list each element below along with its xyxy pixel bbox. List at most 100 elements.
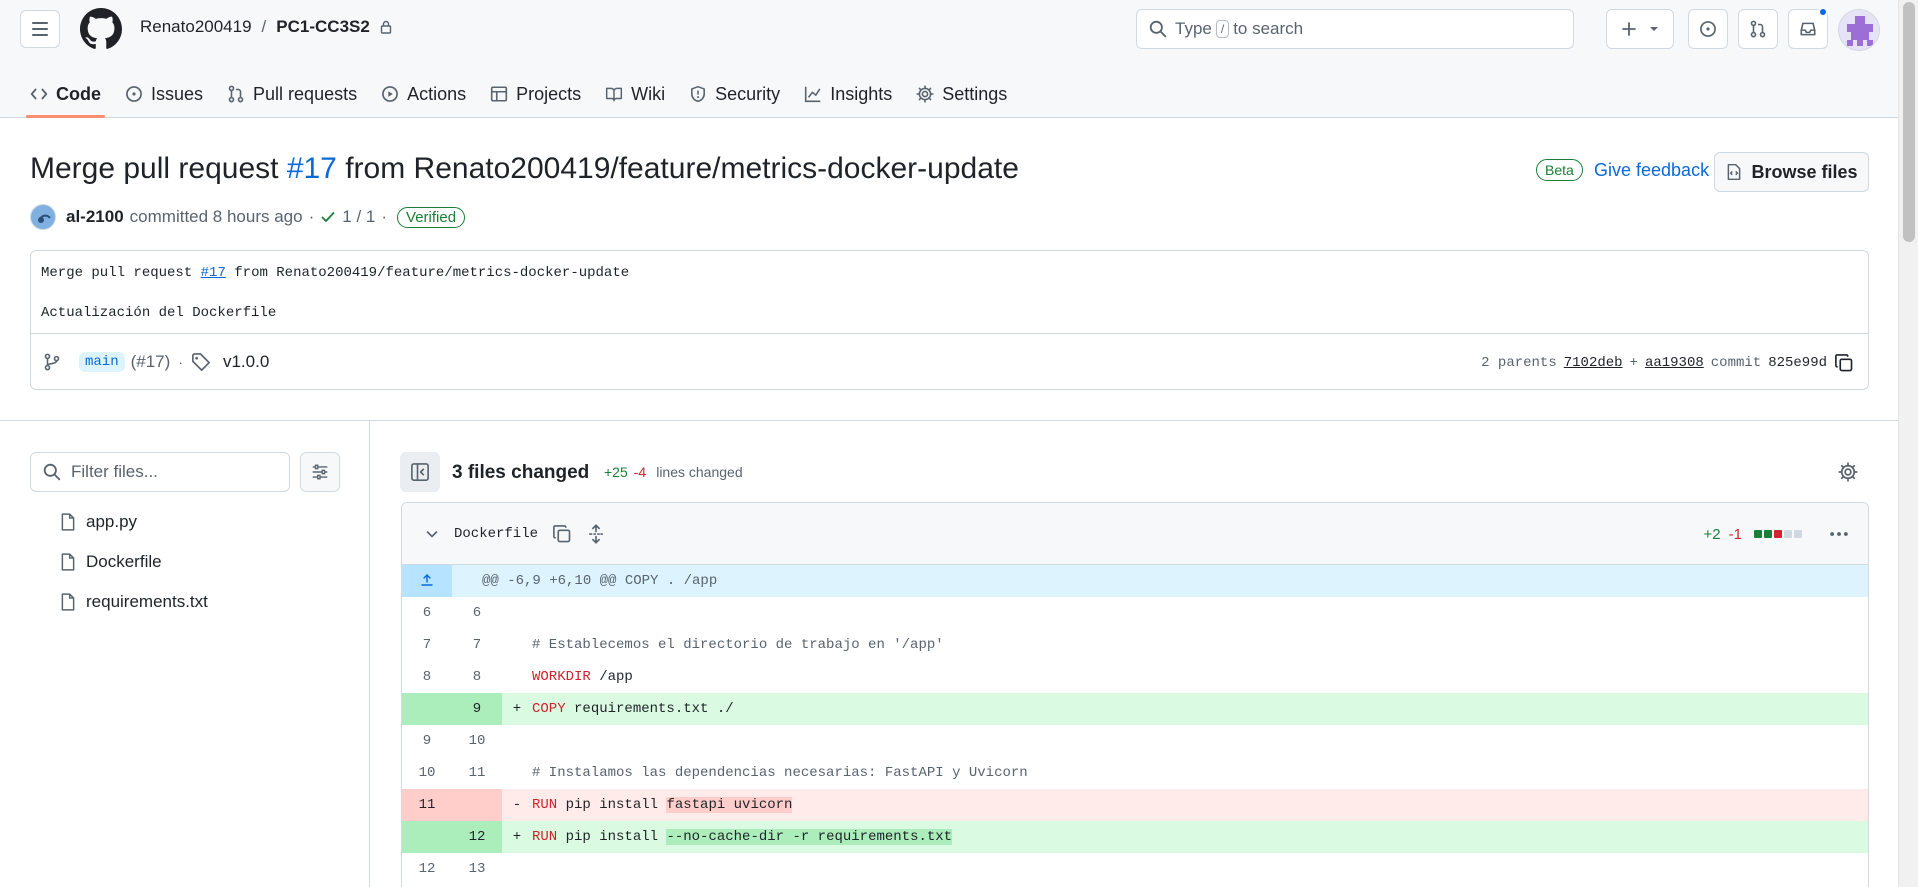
commit-message: Merge pull request #17 from Renato200419… — [41, 263, 629, 323]
toggle-file-tree-button[interactable] — [400, 452, 440, 492]
line-number-new[interactable]: 12 — [452, 821, 502, 853]
file-tree: app.py Dockerfile requirements.txt — [60, 502, 208, 622]
parent-sha-1[interactable]: 7102deb — [1564, 355, 1623, 371]
line-number-old[interactable]: 11 — [402, 789, 452, 821]
user-avatar[interactable] — [1838, 9, 1880, 51]
tab-label: Insights — [830, 83, 893, 104]
message-text: from Renato200419/feature/metrics-docker… — [225, 265, 630, 281]
browse-files-button[interactable]: Browse files — [1714, 152, 1869, 192]
message-pr-link[interactable]: #17 — [201, 265, 226, 281]
copy-path-icon[interactable] — [552, 524, 572, 544]
tab-security[interactable]: Security — [677, 72, 792, 116]
chevron-down-icon[interactable] — [424, 526, 440, 542]
parent-sha-2[interactable]: aa19308 — [1645, 355, 1704, 371]
expand-all-icon[interactable] — [586, 523, 606, 544]
copy-icon[interactable] — [1834, 353, 1854, 373]
lock-icon — [380, 20, 392, 34]
code-token: pip install — [557, 829, 667, 845]
verified-badge[interactable]: Verified — [397, 206, 466, 228]
commit-title: Merge pull request #17 from Renato200419… — [30, 152, 1019, 186]
line-number-new[interactable]: 13 — [452, 853, 502, 885]
tab-label: Actions — [407, 83, 467, 104]
tag-link[interactable]: v1.0.0 — [223, 352, 269, 372]
line-number-new[interactable]: 9 — [452, 693, 502, 725]
line-number-old[interactable]: 7 — [402, 629, 452, 661]
file-diff-stats: +2 -1 — [1704, 503, 1850, 565]
tab-code[interactable]: Code — [18, 72, 113, 118]
file-code-icon — [1728, 163, 1741, 181]
line-number-old[interactable]: 8 — [402, 661, 452, 693]
search-shortcut-key: / — [1215, 20, 1230, 38]
code-highlight: fastapi uvicorn — [666, 797, 793, 813]
owner-link[interactable]: Renato200419 — [140, 17, 252, 37]
file-tree-label: requirements.txt — [86, 592, 208, 611]
checks-status[interactable]: 1 / 1 — [320, 207, 375, 227]
issues-button[interactable] — [1688, 9, 1728, 49]
tab-insights[interactable]: Insights — [792, 72, 904, 116]
pull-requests-button[interactable] — [1738, 9, 1778, 49]
tab-settings[interactable]: Settings — [904, 72, 1019, 116]
play-icon — [381, 85, 399, 103]
breadcrumb-separator: / — [261, 17, 267, 36]
search-input[interactable]: Type / to search — [1136, 9, 1574, 49]
file-tree-item[interactable]: requirements.txt — [60, 582, 208, 622]
footer-dot: · — [178, 354, 183, 370]
commit-footer: main (#17) · v1.0.0 2 parents 7102deb + … — [31, 333, 1868, 390]
code-keyword: COPY — [532, 701, 566, 717]
file-diff: Dockerfile +2 -1 @@ -6,9 +6,10 @@ COPY .… — [401, 502, 1869, 887]
file-tree-item[interactable]: app.py — [60, 502, 208, 542]
tab-pull-requests[interactable]: Pull requests — [215, 72, 369, 116]
diff-settings-button[interactable] — [1838, 462, 1858, 482]
line-number-new[interactable] — [452, 789, 502, 821]
code-text: # Instalamos las dependencias necesarias… — [532, 765, 1028, 781]
diff-sign: - — [512, 797, 522, 813]
file-tree-label: Dockerfile — [86, 552, 162, 571]
menu-button[interactable] — [20, 10, 60, 48]
line-number-old[interactable]: 6 — [402, 597, 452, 629]
tab-projects[interactable]: Projects — [478, 72, 593, 116]
global-header: Renato200419 / PC1-CC3S2 Type / to searc… — [0, 0, 1898, 118]
line-number-old[interactable]: 10 — [402, 757, 452, 789]
line-number-old[interactable]: 12 — [402, 853, 452, 885]
kebab-horizontal-icon[interactable] — [1828, 523, 1850, 545]
code-token: pip install — [557, 797, 667, 813]
scrollbar-thumb[interactable] — [1903, 2, 1915, 242]
github-logo-icon[interactable] — [80, 8, 122, 50]
tab-actions[interactable]: Actions — [369, 72, 478, 116]
give-feedback-link[interactable]: Give feedback — [1594, 160, 1709, 181]
code-text: RUN pip install fastapi uvicorn — [532, 797, 793, 813]
author-avatar[interactable] — [30, 204, 56, 230]
line-number-old[interactable]: 9 — [402, 725, 452, 757]
file-icon — [60, 593, 76, 611]
table-icon — [490, 85, 508, 103]
repo-link[interactable]: PC1-CC3S2 — [276, 17, 370, 37]
filter-options-button[interactable] — [300, 452, 340, 492]
file-icon — [60, 553, 76, 571]
commit-message-line2: Actualización del Dockerfile — [41, 305, 277, 321]
plus-icon — [1622, 22, 1636, 36]
create-new-button[interactable] — [1606, 9, 1674, 49]
line-number-old[interactable] — [402, 821, 452, 853]
line-number-new[interactable]: 11 — [452, 757, 502, 789]
file-diff-header: Dockerfile +2 -1 — [402, 503, 1868, 565]
pr-link[interactable]: #17 — [287, 152, 337, 185]
line-number-new[interactable]: 10 — [452, 725, 502, 757]
tab-label: Issues — [151, 83, 204, 104]
line-number-old[interactable] — [402, 693, 452, 725]
file-tree-item[interactable]: Dockerfile — [60, 542, 208, 582]
page-scrollbar[interactable] — [1898, 0, 1918, 887]
branch-pill[interactable]: main — [79, 352, 125, 372]
line-number-new[interactable]: 8 — [452, 661, 502, 693]
line-number-new[interactable]: 7 — [452, 629, 502, 661]
diff-line: 8 8 WORKDIR /app — [402, 661, 1868, 693]
code-comment: # Instalamos las dependencias necesarias… — [532, 765, 1028, 781]
parents-label: 2 parents — [1481, 354, 1557, 371]
tab-issues[interactable]: Issues — [113, 72, 215, 116]
filter-files-input[interactable]: Filter files... — [30, 452, 290, 492]
line-number-new[interactable]: 6 — [452, 597, 502, 629]
expand-up-icon[interactable] — [402, 565, 452, 597]
diff-file-name[interactable]: Dockerfile — [454, 526, 538, 542]
branch-pr[interactable]: (#17) — [131, 352, 171, 372]
author-link[interactable]: al-2100 — [66, 207, 124, 227]
tab-wiki[interactable]: Wiki — [593, 72, 677, 116]
